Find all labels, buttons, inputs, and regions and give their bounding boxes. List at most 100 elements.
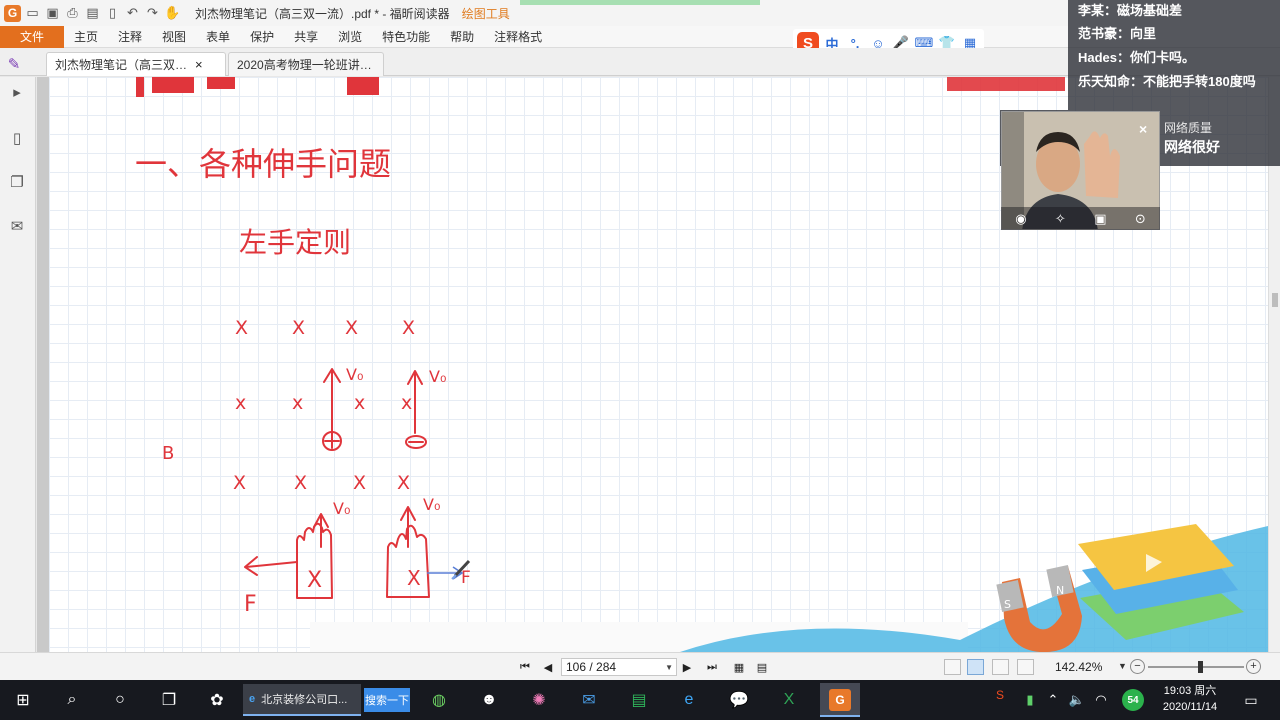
next-page-button[interactable]: ▶ (679, 660, 695, 674)
undo-icon[interactable]: ↶ (124, 5, 141, 22)
ink-fragment (136, 77, 144, 97)
chat-message: 乐天知命：不能把手转180度吗 (1078, 74, 1256, 89)
360-browser-icon[interactable]: ◍ (424, 685, 454, 715)
network-speed-badge[interactable]: 54 (1122, 689, 1144, 711)
clock-time: 19:03 周六 (1163, 685, 1217, 697)
app-logo[interactable]: G (4, 4, 21, 22)
previous-page-button[interactable]: ◀ (540, 660, 556, 674)
zoom-level[interactable]: 142.42% (1055, 660, 1102, 674)
close-icon[interactable]: × (1139, 121, 1147, 137)
spreadsheet-app-icon[interactable]: ▤ (624, 685, 654, 715)
page-number-input[interactable]: 106 / 284 ▼ (561, 658, 677, 676)
force-label: F (461, 568, 471, 588)
chat-message: 范书豪：向里 (1078, 26, 1157, 41)
tab-browse[interactable]: 浏览 (328, 26, 372, 48)
tab-view[interactable]: 视图 (152, 26, 196, 48)
foxit-icon: G (829, 689, 851, 711)
tab-protect[interactable]: 保护 (240, 26, 284, 48)
field-mark: x (292, 392, 303, 414)
expand-panel-icon[interactable]: ▸ (6, 81, 28, 103)
notification-icon[interactable]: ▭ (1236, 685, 1266, 715)
wifi-icon[interactable]: ◠ (1086, 685, 1116, 715)
save-icon[interactable]: ▣ (44, 5, 61, 22)
tab-home[interactable]: 主页 (64, 26, 108, 48)
zoom-slider[interactable] (1148, 666, 1244, 668)
last-page-button[interactable]: ⏭ (704, 660, 720, 674)
taskbar-task-label: 北京装修公司口... (261, 694, 348, 706)
sidebar-edit-icon[interactable]: ✎ (4, 54, 24, 74)
ink-fragment (207, 77, 235, 89)
close-icon[interactable]: × (195, 57, 203, 72)
windows-start-icon[interactable]: ⊞ (8, 685, 38, 715)
camera-switch-icon[interactable]: ⊙ (1135, 211, 1146, 227)
doc-tab-label: 刘杰物理笔记（高三双… (55, 58, 188, 72)
hand-tool-icon[interactable]: ✋ (164, 5, 181, 22)
tab-help[interactable]: 帮助 (440, 26, 484, 48)
tab-form[interactable]: 表单 (196, 26, 240, 48)
toolbar-placeholder (310, 622, 968, 652)
file-menu-button[interactable]: 文件 (0, 25, 64, 48)
status-strip (520, 0, 760, 5)
taskbar: ⊞ ⌕ ○ ❐ ✿ e 北京装修公司口... 搜索一下 ◍ ☻ ✺ ✉ ▤ e … (0, 680, 1280, 720)
navigation-panel: ▸ ▯ ❐ ✉ (0, 77, 36, 652)
page-number-value: 106 / 284 (566, 660, 617, 674)
taskbar-search-button[interactable]: 搜索一下 (364, 688, 410, 712)
taskbar-clock[interactable]: 19:03 周六 2020/11/14 (1152, 683, 1228, 715)
wechat-icon[interactable]: 💬 (724, 685, 754, 715)
chevron-down-icon[interactable]: ▼ (1118, 661, 1127, 671)
tab-comment[interactable]: 注释 (108, 26, 152, 48)
zoom-out-button[interactable]: − (1130, 659, 1145, 674)
search-icon[interactable]: ⌕ (57, 685, 87, 715)
excel-icon[interactable]: X (774, 685, 804, 715)
palm-mark: X (407, 566, 421, 590)
ink-fragment (347, 77, 379, 95)
velocity-label: V₀ (429, 367, 446, 386)
taskbar-foxit-task[interactable]: G (820, 683, 860, 717)
field-mark: X (353, 472, 366, 494)
single-page-view-button[interactable] (944, 659, 961, 675)
tab-comment-format[interactable]: 注释格式 (484, 26, 552, 48)
doc-tab-second[interactable]: 2020高考物理一轮班讲… (228, 52, 384, 76)
comments-icon[interactable]: ✉ (6, 215, 28, 237)
tab-drawing-tools[interactable]: 绘图工具 (462, 5, 510, 22)
eye-icon[interactable]: ◉ (1015, 211, 1026, 227)
scan-icon[interactable]: ▤ (84, 5, 101, 22)
doc-tab-active[interactable]: 刘杰物理笔记（高三双… × (46, 52, 226, 76)
cortana-icon[interactable]: ○ (105, 685, 135, 715)
velocity-label: V₀ (423, 495, 440, 514)
reflow-icon[interactable]: ▤ (754, 660, 770, 674)
qq-icon[interactable]: ☻ (474, 685, 504, 715)
field-mark: X (233, 472, 246, 494)
redo-icon[interactable]: ↷ (144, 5, 161, 22)
fit-page-icon[interactable]: ▦ (731, 660, 747, 674)
field-mark: X (235, 317, 248, 339)
new-icon[interactable]: ▯ (104, 5, 121, 22)
baidu-netdisk-icon[interactable]: ✿ (202, 685, 232, 715)
color-app-icon[interactable]: ✺ (524, 685, 554, 715)
ink-fragment (152, 77, 194, 93)
chevron-down-icon[interactable]: ▼ (665, 663, 676, 672)
edge-icon[interactable]: e (674, 685, 704, 715)
first-page-button[interactable]: ⏮ (517, 660, 533, 674)
pages-icon[interactable]: ❐ (6, 171, 28, 193)
print-icon[interactable]: ⎙ (64, 5, 81, 22)
sogou-tray-icon[interactable]: S (985, 680, 1015, 710)
continuous-view-button[interactable] (967, 659, 984, 675)
zoom-slider-handle[interactable] (1197, 661, 1203, 673)
facing-view-button[interactable] (992, 659, 1009, 675)
tab-features[interactable]: 特色功能 (372, 26, 440, 48)
velocity-label: V₀ (333, 499, 350, 518)
doc-tab-label: 2020高考物理一轮班讲… (237, 58, 372, 72)
mail-icon[interactable]: ✉ (574, 685, 604, 715)
portrait-icon[interactable]: ▣ (1094, 211, 1106, 227)
bookmark-icon[interactable]: ▯ (6, 127, 28, 149)
open-icon[interactable]: ▭ (24, 5, 41, 22)
tab-share[interactable]: 共享 (284, 26, 328, 48)
scrollbar-thumb[interactable] (1272, 293, 1278, 307)
task-view-icon[interactable]: ❐ (154, 685, 184, 715)
clock-date: 2020/11/14 (1162, 701, 1218, 713)
zoom-in-button[interactable]: + (1246, 659, 1261, 674)
continuous-facing-view-button[interactable] (1017, 659, 1034, 675)
magic-wand-icon[interactable]: ✧ (1055, 211, 1066, 227)
taskbar-browser-task[interactable]: e 北京装修公司口... (243, 684, 361, 716)
